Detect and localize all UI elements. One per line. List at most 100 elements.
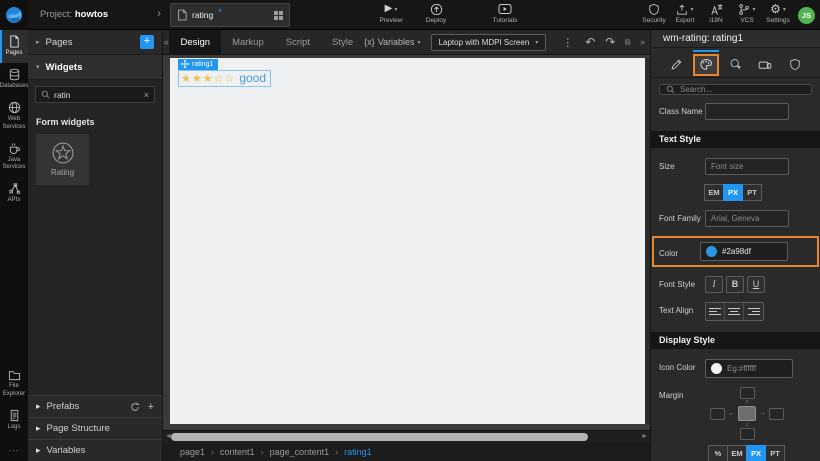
database-icon [8,68,21,81]
tab-markup[interactable]: Markup [221,30,275,55]
open-file-tab[interactable]: rating * [170,3,290,27]
tab-design[interactable]: Design [169,30,221,55]
clear-search-icon[interactable]: × [144,90,149,100]
color-row-highlighted: Color [652,236,819,267]
tab-security[interactable] [782,54,808,76]
design-canvas[interactable]: rating1 ★★★☆☆ good [170,58,645,424]
sidebar-item-web-services[interactable]: Web Services [0,96,28,136]
breadcrumb-separator-icon: › [211,447,214,457]
tab-devices[interactable] [752,54,778,76]
rating-widget-tile[interactable]: Rating [36,134,89,185]
unit-em-button[interactable]: EM [704,184,724,201]
i18n-button[interactable]: i18N [702,2,730,24]
globe-icon [8,101,21,114]
breadcrumb: page1 › content1 › page_content1 › ratin… [163,443,650,461]
user-avatar[interactable]: JS [798,7,815,24]
unit-pt-button[interactable]: PT [765,445,785,461]
breadcrumb-item-content1[interactable]: content1 [220,447,255,457]
tab-script[interactable]: Script [275,30,321,55]
file-tab-name: rating [192,10,213,20]
size-unit-group: EM PX PT [705,184,762,201]
rating-widget-body[interactable]: ★★★☆☆ good [178,70,271,87]
align-left-button[interactable] [706,303,725,320]
margin-left-input[interactable] [710,408,725,420]
page-structure-section-header[interactable]: ▸ Page Structure [28,417,162,439]
caret-right-icon: ▸ [36,423,41,434]
tab-styles[interactable] [693,54,719,76]
unsaved-marker: * [218,7,222,17]
margin-bottom-input[interactable] [740,428,755,440]
sidebar-item-java-services[interactable]: Java Services [0,137,28,177]
margin-top-input[interactable] [740,387,755,399]
refresh-icon[interactable] [130,402,140,412]
italic-button[interactable]: I [705,276,723,293]
color-value-input[interactable] [722,247,782,256]
unit-percent-button[interactable]: % [708,445,728,461]
breadcrumb-item-page-content1[interactable]: page_content1 [270,447,330,457]
breadcrumb-chevron-icon: › [157,6,161,20]
redo-icon[interactable]: ↷ [605,36,615,48]
preview-button[interactable]: ▶▾ Preview [368,2,414,24]
tutorials-button[interactable]: Tutorials [478,2,532,24]
tab-events[interactable] [723,54,749,76]
widget-selection-label[interactable]: rating1 [178,59,218,70]
add-prefab-icon[interactable]: + [148,401,154,413]
rating-widget-on-canvas[interactable]: rating1 ★★★☆☆ good [178,59,271,87]
export-button[interactable]: ▾ Export [671,2,699,24]
font-size-input[interactable] [705,158,789,175]
vcs-button[interactable]: ▾ VCS [733,2,761,24]
underline-button[interactable]: U [747,276,765,293]
settings-button[interactable]: ⚙▾ Settings [764,2,792,24]
stars-filled[interactable]: ★★★ [181,72,214,85]
dashboard-grid-icon[interactable] [274,11,283,20]
class-name-input[interactable] [705,103,789,120]
add-page-button[interactable]: + [140,35,154,49]
breadcrumb-item-page1[interactable]: page1 [180,447,205,457]
icon-color-input[interactable] [727,364,787,373]
tab-properties[interactable] [663,54,689,76]
icon-color-swatch[interactable] [711,363,722,374]
security-button[interactable]: Security [640,2,668,24]
unit-em-button[interactable]: EM [727,445,747,461]
scrollbar-thumb[interactable] [171,433,588,441]
sidebar-item-pages[interactable]: Pages [0,30,28,63]
sidebar-item-logs[interactable]: Logs [0,404,28,437]
property-search-input[interactable] [680,85,805,94]
unit-px-button[interactable]: PX [723,184,743,201]
save-icon[interactable] [625,36,631,48]
more-options-icon[interactable]: ... [0,437,28,461]
sidebar-item-apis[interactable]: APIs [0,177,28,210]
align-center-button[interactable] [725,303,744,320]
bold-button[interactable]: B [726,276,744,293]
prefabs-section-header[interactable]: ▸ Prefabs + [28,395,162,417]
color-swatch[interactable] [706,246,717,257]
breadcrumb-item-rating1[interactable]: rating1 [344,447,372,457]
chevron-down-icon: ▾ [418,39,421,46]
move-icon [181,60,189,68]
horizontal-scrollbar[interactable]: ◄ ► [163,430,650,443]
undo-icon[interactable]: ↶ [585,36,595,48]
inspect-cursor-icon [729,58,743,71]
margin-right-input[interactable] [769,408,784,420]
scroll-right-icon[interactable]: ► [641,433,648,440]
collapse-right-panel-icon[interactable]: » [640,37,645,47]
stars-empty[interactable]: ☆☆ [214,72,236,85]
widgets-section-header[interactable]: ▾ Widgets [28,55,162,80]
unit-pt-button[interactable]: PT [742,184,762,201]
tab-style[interactable]: Style [321,30,364,55]
deploy-button[interactable]: Deploy [414,2,458,24]
pages-section-header[interactable]: ▸ Pages + [28,30,162,55]
more-actions-icon[interactable]: ⋮ [562,36,573,49]
device-selector[interactable]: Laptop with MDPI Screen ▾ [431,34,547,51]
variables-section-header[interactable]: ▸ Variables [28,439,162,461]
widget-search-input[interactable] [54,90,140,100]
font-family-input[interactable] [705,210,789,227]
variables-dropdown[interactable]: {x} Variables ▾ [364,37,420,47]
sidebar-item-file-explorer[interactable]: File Explorer [0,364,28,403]
sidebar-item-databases[interactable]: Databases [0,63,28,96]
selected-widget-title: wm-rating: rating1 [651,30,820,48]
wavemaker-logo[interactable] [0,0,28,30]
shield-icon [648,3,660,16]
unit-px-button[interactable]: PX [746,445,766,461]
align-right-button[interactable] [744,303,763,320]
